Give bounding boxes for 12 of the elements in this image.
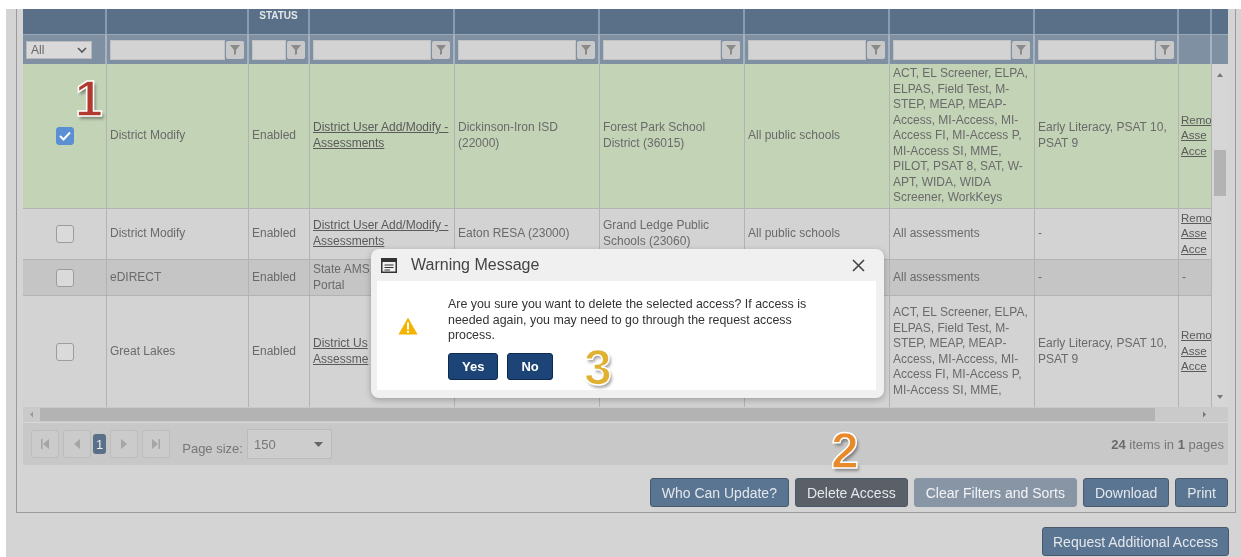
dialog-message: Are you sure you want to delete the selected access? If access is needed again, you may need to go through the request access process. — [448, 297, 808, 344]
table-cell: Early Literacy, PSAT 10, PSAT 9 — [1035, 64, 1179, 209]
items-summary: 24 items in 1 pages — [1111, 436, 1224, 452]
table-cell: ACT, EL Screener, ELPA, ELPAS, Field Test, M-STEP, MEAP, MEAP-Access, MI-Access, MI-Access FI, MI-Access P, MI-Access SI, MME, PILOT, PSAT 8, SAT, W-APT, WIDA, WIDA Screener, WorkKeys — [890, 64, 1035, 209]
table-cell: Forest Park School District (36015) — [600, 64, 745, 209]
step-number: 2 — [831, 426, 859, 476]
step-number: 1 — [75, 74, 103, 124]
page-size-label: Page size: — [182, 440, 243, 456]
table-cell: Dickinson-Iron ISD (22000) — [455, 64, 600, 209]
table-cell: All public schools — [745, 64, 890, 209]
table-cell: Enabled — [249, 64, 310, 209]
table-cell: District Modify — [107, 64, 249, 209]
